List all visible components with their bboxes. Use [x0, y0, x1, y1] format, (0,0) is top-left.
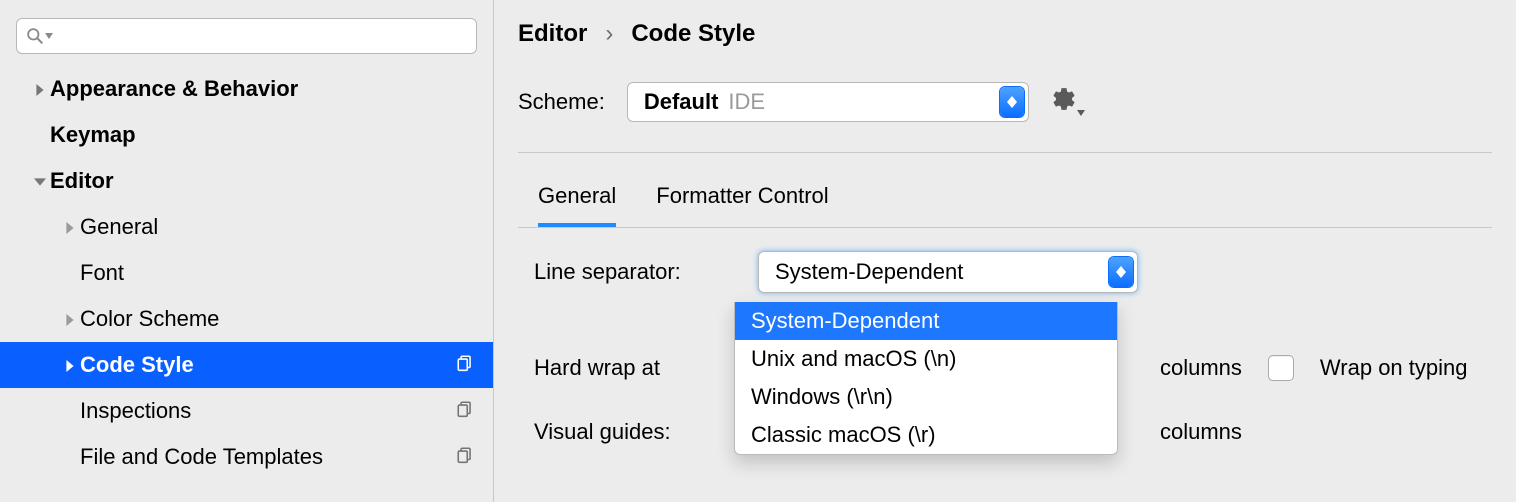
sidebar-item-code-style[interactable]: Code Style	[0, 342, 493, 388]
line-separator-dropdown-list: System-Dependent Unix and macOS (\n) Win…	[734, 302, 1118, 455]
combobox-stepper-icon[interactable]	[1109, 257, 1133, 287]
dropdown-option[interactable]: Classic macOS (\r)	[735, 416, 1117, 454]
wrap-on-typing-label: Wrap on typing	[1320, 355, 1468, 381]
search-input[interactable]	[16, 18, 477, 54]
copy-icon	[453, 444, 477, 470]
sidebar-item-keymap[interactable]: Keymap	[0, 112, 493, 158]
chevron-right-icon: ›	[605, 20, 613, 48]
search-wrap	[0, 0, 493, 58]
expand-arrow-icon[interactable]	[60, 306, 80, 332]
sidebar-item-file-templates[interactable]: File and Code Templates	[0, 434, 493, 480]
sidebar-item-label: General	[80, 214, 477, 240]
sidebar-item-label: Appearance & Behavior	[50, 76, 477, 102]
sidebar-item-editor[interactable]: Editor	[0, 158, 493, 204]
scheme-actions-button[interactable]	[1051, 86, 1077, 118]
sidebar-item-color-scheme[interactable]: Color Scheme	[0, 296, 493, 342]
dropdown-option[interactable]: System-Dependent	[735, 302, 1117, 340]
sidebar-item-label: Inspections	[80, 398, 453, 424]
settings-window: Appearance & Behavior Keymap Editor Gene…	[0, 0, 1516, 502]
copy-icon	[453, 352, 477, 378]
columns-suffix-label: columns	[1160, 355, 1242, 381]
sidebar-item-label: Color Scheme	[80, 306, 477, 332]
copy-icon	[453, 398, 477, 424]
breadcrumb-item[interactable]: Editor	[518, 20, 587, 48]
breadcrumb-item[interactable]: Code Style	[631, 20, 755, 48]
settings-sidebar: Appearance & Behavior Keymap Editor Gene…	[0, 0, 494, 502]
settings-main-panel: Editor › Code Style Scheme: Default IDE	[494, 0, 1516, 502]
sidebar-item-label: Editor	[50, 168, 477, 194]
tab-general[interactable]: General	[538, 183, 616, 227]
dropdown-option[interactable]: Unix and macOS (\n)	[735, 340, 1117, 378]
gear-icon	[1051, 86, 1077, 118]
dropdown-option[interactable]: Windows (\r\n)	[735, 378, 1117, 416]
hard-wrap-label: Hard wrap at	[534, 355, 736, 381]
scheme-combobox[interactable]: Default IDE	[627, 82, 1029, 122]
sidebar-item-label: Keymap	[50, 122, 477, 148]
divider	[518, 152, 1492, 153]
sidebar-item-label: File and Code Templates	[80, 444, 453, 470]
tabs: General Formatter Control	[518, 183, 1516, 227]
dropdown-arrow-icon	[1077, 96, 1085, 122]
sidebar-item-label: Code Style	[80, 352, 453, 378]
field-line-separator: Line separator: System-Dependent	[534, 248, 1492, 296]
wrap-on-typing-checkbox[interactable]	[1268, 355, 1294, 381]
sidebar-item-appearance-behavior[interactable]: Appearance & Behavior	[0, 66, 493, 112]
expand-arrow-icon[interactable]	[60, 352, 80, 378]
settings-tree: Appearance & Behavior Keymap Editor Gene…	[0, 58, 493, 480]
visual-guides-label: Visual guides:	[534, 419, 736, 445]
line-separator-combobox[interactable]: System-Dependent	[758, 251, 1138, 293]
search-icon	[26, 27, 53, 45]
search-icon-slot	[16, 18, 477, 54]
columns-suffix-label: columns	[1160, 419, 1242, 445]
sidebar-item-general[interactable]: General	[0, 204, 493, 250]
collapse-arrow-icon[interactable]	[30, 168, 50, 194]
sidebar-item-font[interactable]: Font	[0, 250, 493, 296]
breadcrumb: Editor › Code Style	[518, 20, 1516, 48]
scheme-label: Scheme:	[518, 89, 605, 115]
combobox-value: System-Dependent	[775, 259, 1109, 285]
line-separator-label: Line separator:	[534, 259, 736, 285]
expand-arrow-icon[interactable]	[30, 76, 50, 102]
expand-arrow-icon[interactable]	[60, 214, 80, 240]
tab-formatter-control[interactable]: Formatter Control	[656, 183, 828, 227]
search-history-arrow-icon	[45, 33, 53, 39]
scheme-row: Scheme: Default IDE	[518, 82, 1516, 122]
combobox-stepper-icon[interactable]	[1000, 87, 1024, 117]
sidebar-item-inspections[interactable]: Inspections	[0, 388, 493, 434]
scheme-scope: IDE	[718, 89, 765, 115]
scheme-name: Default	[644, 89, 719, 115]
sidebar-item-label: Font	[80, 260, 477, 286]
